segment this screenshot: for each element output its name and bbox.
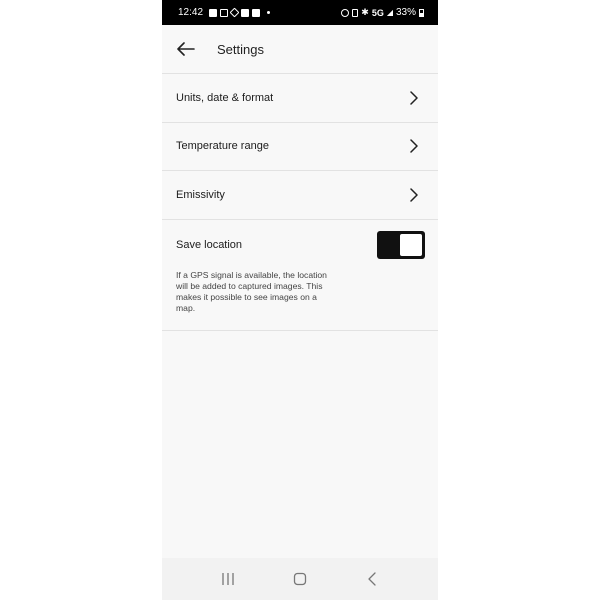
settings-item-emissivity[interactable]: Emissivity: [162, 171, 438, 220]
page-title: Settings: [217, 41, 264, 57]
save-location-description: If a GPS signal is available, the locati…: [176, 269, 327, 314]
save-location-label: Save location: [176, 238, 243, 251]
status-left: 12:42: [178, 7, 271, 18]
status-time: 12:42: [178, 7, 204, 18]
recent-apps-button[interactable]: [218, 569, 238, 589]
settings-item-label: Units, date & format: [176, 91, 274, 104]
settings-item-temperature-range[interactable]: Temperature range: [162, 122, 438, 171]
system-nav-bar: [162, 558, 438, 600]
nav-icon: [229, 7, 240, 18]
save-location-row: Save location: [176, 226, 425, 264]
home-button[interactable]: [290, 569, 310, 589]
app-bar: Settings: [162, 25, 438, 74]
arrow-left-icon: [177, 42, 195, 56]
settings-item-label: Temperature range: [176, 140, 269, 153]
mail-icon: [220, 8, 229, 17]
chevron-right-icon: [410, 91, 420, 105]
toggle-knob: [400, 233, 422, 256]
settings-item-units[interactable]: Units, date & format: [162, 74, 438, 123]
linkedin-icon: [252, 8, 261, 17]
signal-icon: ◢: [386, 8, 393, 17]
battery-percent: 33%: [395, 7, 416, 18]
bluetooth-icon: ✱: [361, 7, 369, 17]
recent-apps-icon: [222, 573, 234, 585]
system-back-button[interactable]: [362, 569, 382, 589]
teams-icon: [209, 8, 218, 17]
status-right: ✱ 5G ◢ 33%: [341, 7, 424, 18]
more-notifications-icon: [267, 11, 271, 14]
phone-screen: 12:42 ✱ 5G ◢ 33% Settings Units, date & …: [162, 0, 438, 600]
back-icon: [368, 572, 376, 586]
linkedin-icon: [241, 8, 250, 17]
home-icon: [293, 572, 307, 586]
alarm-icon: [341, 8, 350, 17]
battery-icon: [419, 8, 424, 17]
vibrate-icon: [352, 8, 359, 17]
settings-item-label: Emissivity: [176, 188, 225, 201]
back-button[interactable]: [177, 39, 197, 59]
save-location-section: Save location If a GPS signal is availab…: [162, 219, 438, 331]
save-location-toggle[interactable]: [377, 230, 425, 259]
status-bar: 12:42 ✱ 5G ◢ 33%: [162, 0, 438, 25]
chevron-right-icon: [410, 139, 420, 153]
chevron-right-icon: [410, 188, 420, 202]
network-type: 5G: [371, 7, 384, 18]
